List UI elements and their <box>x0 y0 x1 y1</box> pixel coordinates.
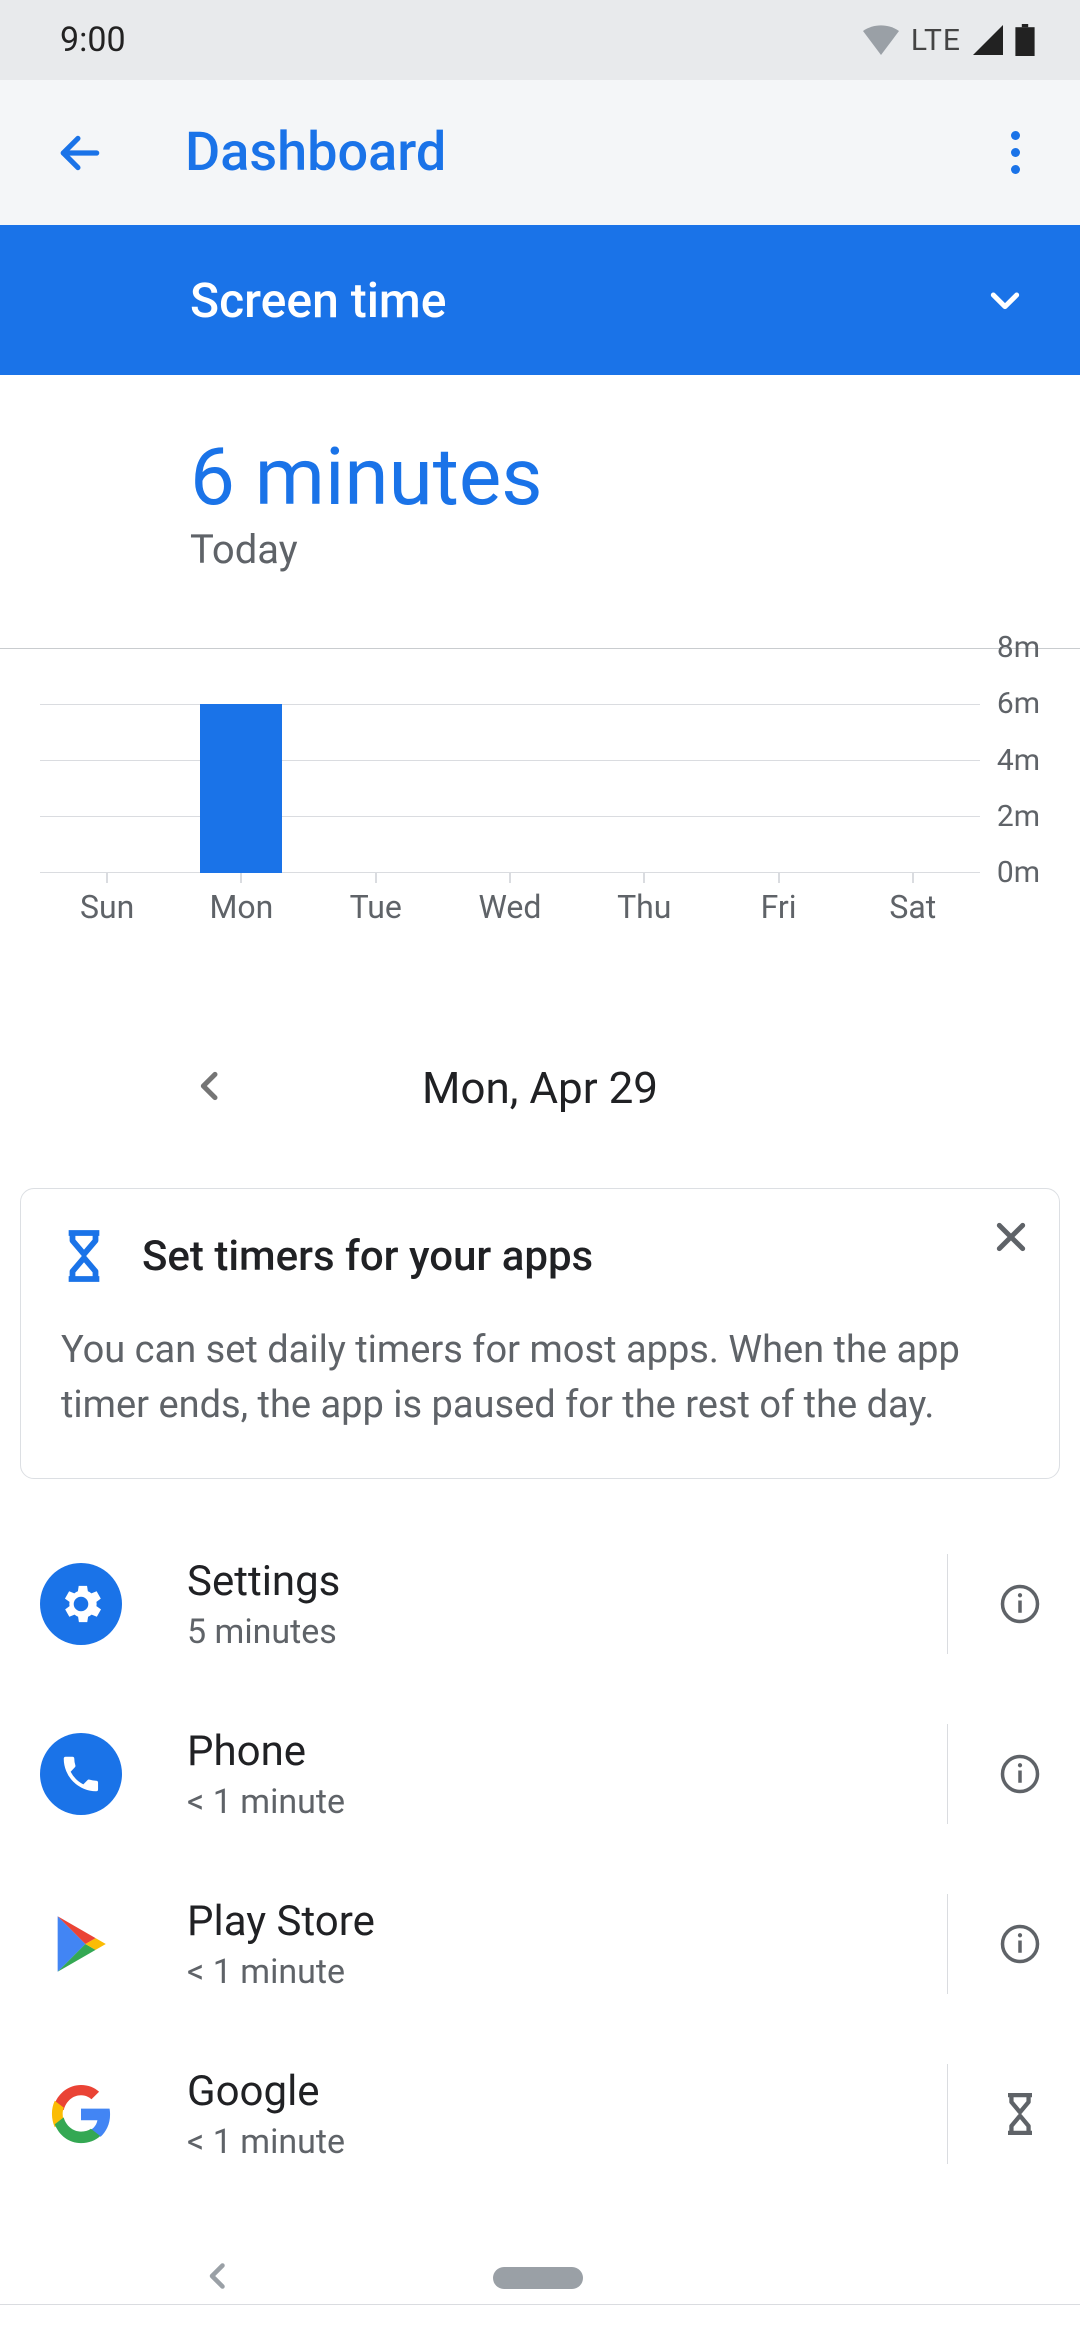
chevron-left-icon <box>190 1066 230 1106</box>
usage-chart: 8m6m4m2m0m SunMonTueWedThuFriSat <box>40 648 1040 938</box>
row-divider <box>947 1554 948 1654</box>
chart-bar-slot[interactable] <box>846 648 980 873</box>
system-nav-bar <box>0 2215 1080 2340</box>
chevron-left-icon <box>200 2258 236 2294</box>
app-name-label: Phone <box>187 1727 905 1776</box>
x-tick: Mon <box>174 888 308 926</box>
nav-home-pill[interactable] <box>493 2267 583 2289</box>
status-time: 9:00 <box>60 20 126 60</box>
previous-day-button[interactable] <box>190 1066 230 1110</box>
tip-card: Set timers for your apps You can set dai… <box>20 1188 1060 1479</box>
chart-bar-slot[interactable] <box>174 648 308 873</box>
chart-bar-slot[interactable] <box>443 648 577 873</box>
network-label: LTE <box>911 23 961 58</box>
arrow-left-icon <box>55 128 105 178</box>
app-name-label: Settings <box>187 1557 905 1606</box>
app-duration-label: < 1 minute <box>187 2122 905 2162</box>
y-tick: 6m <box>997 686 1040 721</box>
status-bar: 9:00 LTE <box>0 0 1080 80</box>
settings-icon <box>40 1563 122 1645</box>
app-info-button[interactable] <box>990 1574 1050 1634</box>
x-tick: Tue <box>309 888 443 926</box>
tip-body: You can set daily timers for most apps. … <box>61 1323 1019 1433</box>
chart-plot <box>40 648 980 873</box>
chart-bar-slot[interactable] <box>40 648 174 873</box>
overflow-menu-button[interactable] <box>980 118 1050 188</box>
tip-title: Set timers for your apps <box>142 1232 593 1281</box>
app-row[interactable]: Google < 1 minute <box>0 2029 1080 2199</box>
x-tick: Fri <box>711 888 845 926</box>
app-list: Settings5 minutesPhone< 1 minutePlay Sto… <box>0 1519 1080 2199</box>
x-tick: Sat <box>846 888 980 926</box>
tip-close-button[interactable] <box>991 1217 1031 1261</box>
phone-icon <box>40 1733 122 1815</box>
x-tick: Wed <box>443 888 577 926</box>
current-date-label: Mon, Apr 29 <box>422 1062 658 1114</box>
y-tick: 8m <box>997 630 1040 665</box>
google-icon <box>40 2073 122 2155</box>
hourglass-icon <box>61 1229 107 1283</box>
app-info-button[interactable] <box>990 1744 1050 1804</box>
status-right: LTE <box>863 23 1035 58</box>
row-divider <box>947 1894 948 1994</box>
app-timer-button[interactable] <box>990 2084 1050 2144</box>
app-row[interactable]: Settings 5 minutes <box>0 1519 1080 1689</box>
y-tick: 2m <box>997 799 1040 834</box>
summary: 6 minutes Today <box>0 375 1080 573</box>
more-vert-icon <box>1011 127 1020 178</box>
page-title: Dashboard <box>185 121 446 184</box>
x-axis-labels: SunMonTueWedThuFriSat <box>40 888 980 926</box>
chart-bar-slot[interactable] <box>309 648 443 873</box>
category-selector[interactable]: Screen time <box>0 225 1080 375</box>
date-navigator: Mon, Apr 29 <box>40 1053 1040 1123</box>
app-duration-label: 5 minutes <box>187 1612 905 1652</box>
y-axis-labels: 8m 6m 4m 2m 0m <box>997 630 1040 890</box>
category-label: Screen time <box>190 272 446 329</box>
app-bar: Dashboard <box>0 80 1080 225</box>
app-name-label: Play Store <box>187 1897 905 1946</box>
chevron-down-icon <box>985 280 1025 320</box>
app-duration-label: < 1 minute <box>187 1782 905 1822</box>
chart-bar-slot[interactable] <box>711 648 845 873</box>
nav-back-button[interactable] <box>200 2258 236 2298</box>
chart-bar <box>200 704 282 873</box>
app-row[interactable]: Phone < 1 minute <box>0 1689 1080 1859</box>
app-row[interactable]: Play Store < 1 minute <box>0 1859 1080 2029</box>
x-tick: Sun <box>40 888 174 926</box>
battery-icon <box>1015 24 1035 56</box>
app-name-label: Google <box>187 2067 905 2116</box>
back-button[interactable] <box>45 118 115 188</box>
row-divider <box>947 1724 948 1824</box>
row-divider <box>947 2064 948 2164</box>
x-tick: Thu <box>577 888 711 926</box>
wifi-icon <box>863 25 899 55</box>
summary-period: Today <box>190 526 1080 573</box>
cell-signal-icon <box>973 25 1003 55</box>
app-duration-label: < 1 minute <box>187 1952 905 1992</box>
y-tick: 0m <box>997 855 1040 890</box>
y-tick: 4m <box>997 743 1040 778</box>
summary-value: 6 minutes <box>190 430 1080 524</box>
chart-bar-slot[interactable] <box>577 648 711 873</box>
close-icon <box>991 1217 1031 1257</box>
play-icon <box>40 1903 122 1985</box>
app-info-button[interactable] <box>990 1914 1050 1974</box>
